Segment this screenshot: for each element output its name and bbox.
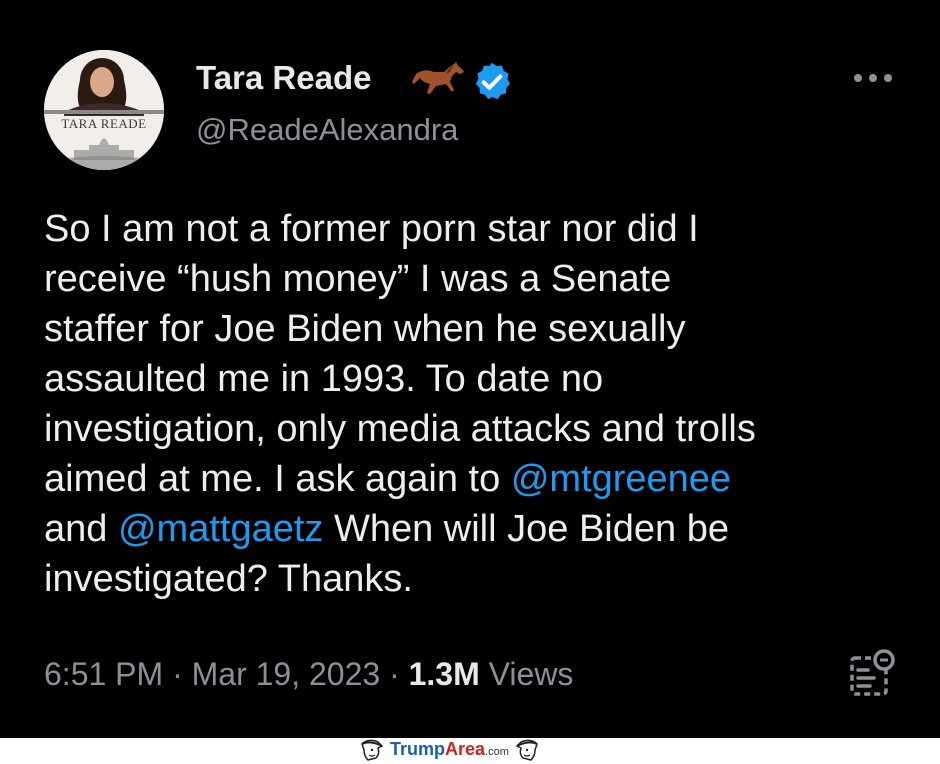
avatar[interactable]: TARA READE bbox=[44, 50, 164, 170]
mention-link[interactable]: @mtgreenee bbox=[511, 458, 731, 500]
author-display-name[interactable]: Tara Reade bbox=[196, 56, 371, 100]
tweet-text-part: So I am not a former porn star nor did I… bbox=[44, 208, 756, 500]
view-analytics-icon[interactable] bbox=[846, 648, 896, 698]
logo-text-part: Trump bbox=[390, 738, 446, 759]
logo-text-part: Area bbox=[445, 738, 486, 759]
verified-badge-icon[interactable] bbox=[470, 60, 514, 104]
caricature-face-icon bbox=[515, 739, 538, 761]
tweet-date[interactable]: Mar 19, 2023 bbox=[192, 656, 381, 692]
avatar-image bbox=[44, 50, 164, 170]
tweet-text: So I am not a former porn star nor did I… bbox=[44, 204, 924, 604]
meta-separator: · bbox=[380, 656, 409, 692]
logo-text-part: .com bbox=[485, 745, 509, 758]
avatar-caption: TARA READE bbox=[61, 116, 147, 131]
more-options-icon[interactable] bbox=[852, 70, 894, 86]
author-handle[interactable]: @ReadeAlexandra bbox=[196, 110, 458, 150]
site-logo[interactable]: TrumpArea.com bbox=[358, 738, 541, 762]
site-logo-text: TrumpArea.com bbox=[390, 737, 509, 764]
views-count: 1.3M bbox=[408, 656, 480, 692]
meta-separator: · bbox=[163, 656, 192, 692]
tweet-text-part: and bbox=[44, 508, 108, 550]
horse-icon bbox=[412, 62, 464, 94]
tweet-time[interactable]: 6:51 PM bbox=[44, 656, 163, 692]
mention-link[interactable]: @mattgaetz bbox=[118, 508, 323, 550]
views-label: Views bbox=[479, 656, 574, 692]
caricature-face-icon bbox=[361, 739, 384, 761]
tweet-card: TARA READE Tara Reade @ReadeAlexandra So… bbox=[0, 0, 940, 738]
site-footer: TrumpArea.com bbox=[0, 738, 940, 762]
tweet-meta: 6:51 PM · Mar 19, 2023 · 1.3M Views bbox=[44, 652, 573, 696]
